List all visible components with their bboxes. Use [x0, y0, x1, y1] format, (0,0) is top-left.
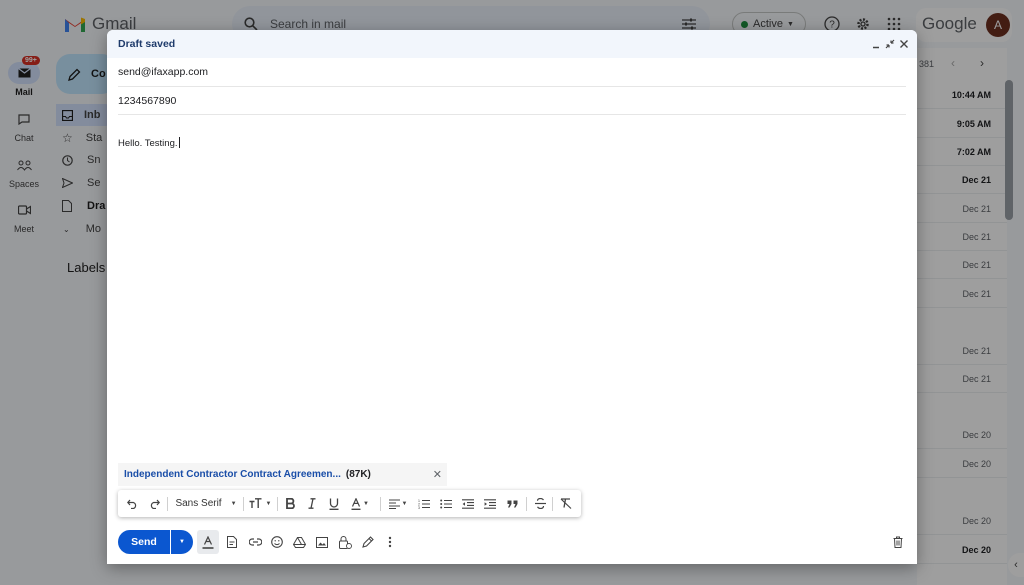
- bulleted-list-icon: [440, 499, 452, 508]
- font-family-value: Sans Serif: [175, 498, 222, 509]
- remove-attachment-icon[interactable]: ✕: [433, 468, 442, 481]
- text-format-icon: [202, 535, 214, 549]
- more-vertical-icon: [388, 536, 392, 548]
- formatting-toolbar: Sans Serif ▼ ▼ ▼ ▼ 123: [118, 490, 581, 517]
- dropdown-arrow-icon: ▼: [265, 500, 272, 507]
- attach-files-button[interactable]: [221, 530, 243, 554]
- bold-icon: [285, 498, 295, 509]
- underline-icon: [329, 498, 339, 510]
- align-left-icon: [388, 498, 400, 509]
- indent-more-button[interactable]: [480, 490, 500, 517]
- dropdown-arrow-icon: ▼: [363, 500, 369, 507]
- subject-field[interactable]: 1234567890: [118, 95, 176, 107]
- font-family-select[interactable]: Sans Serif ▼: [171, 490, 241, 517]
- compose-dialog: Draft saved send@ifaxapp.com 1234567890 …: [107, 30, 917, 564]
- compose-title: Draft saved: [118, 38, 176, 50]
- remove-formatting-icon: [560, 498, 572, 509]
- indent-less-button[interactable]: [458, 490, 478, 517]
- formatting-options-button[interactable]: [197, 530, 219, 554]
- lock-clock-icon: [338, 535, 352, 549]
- bold-button[interactable]: [280, 490, 300, 517]
- bulleted-list-button[interactable]: [436, 490, 456, 517]
- toolbar-separator: [243, 497, 244, 511]
- numbered-list-icon: 123: [418, 499, 430, 509]
- toolbar-separator: [380, 497, 381, 511]
- send-button-group: Send ▼: [118, 530, 193, 554]
- insert-emoji-button[interactable]: [266, 530, 288, 554]
- remove-formatting-button[interactable]: [556, 490, 576, 517]
- redo-button[interactable]: [144, 490, 164, 517]
- toolbar-separator: [277, 497, 278, 511]
- file-attach-icon: [227, 536, 237, 548]
- italic-button[interactable]: [302, 490, 322, 517]
- undo-button[interactable]: [122, 490, 142, 517]
- close-icon[interactable]: [897, 36, 911, 52]
- text-color-icon: [351, 497, 361, 510]
- svg-text:3: 3: [418, 506, 420, 509]
- photo-icon: [316, 536, 328, 548]
- toolbar-separator: [526, 497, 527, 511]
- insert-photo-button[interactable]: [311, 530, 333, 554]
- insert-link-button[interactable]: [244, 530, 266, 554]
- send-button[interactable]: Send: [118, 530, 170, 554]
- text-size-icon: [249, 498, 262, 508]
- attachment-chip[interactable]: Independent Contractor Contract Agreemen…: [118, 463, 447, 486]
- numbered-list-button[interactable]: 123: [414, 490, 434, 517]
- italic-icon: [308, 498, 316, 509]
- send-options-button[interactable]: ▼: [171, 530, 193, 554]
- to-field[interactable]: send@ifaxapp.com: [118, 66, 208, 78]
- discard-draft-button[interactable]: [887, 530, 909, 554]
- minimize-icon[interactable]: [869, 36, 883, 52]
- divider: [118, 114, 906, 115]
- dropdown-arrow-icon: ▼: [230, 500, 237, 507]
- attachment-name[interactable]: Independent Contractor Contract Agreemen…: [124, 469, 341, 480]
- compose-header[interactable]: Draft saved: [107, 30, 917, 58]
- redo-icon: [150, 499, 160, 509]
- text-color-button[interactable]: ▼: [346, 490, 374, 517]
- dropdown-arrow-icon: ▼: [401, 500, 408, 507]
- strikethrough-button[interactable]: [530, 490, 550, 517]
- emoji-icon: [271, 536, 283, 548]
- toolbar-separator: [167, 497, 168, 511]
- strikethrough-icon: [534, 498, 546, 509]
- quote-button[interactable]: [502, 490, 522, 517]
- drive-icon: [292, 536, 306, 548]
- align-button[interactable]: ▼: [384, 490, 412, 517]
- pen-icon: [362, 536, 374, 548]
- quote-icon: [507, 500, 517, 507]
- message-body[interactable]: Hello. Testing.: [118, 137, 180, 149]
- font-size-button[interactable]: ▼: [246, 490, 274, 517]
- insert-drive-button[interactable]: [288, 530, 310, 554]
- dropdown-arrow-icon: ▼: [179, 539, 185, 545]
- attachment-size: (87K): [345, 469, 371, 480]
- trash-icon: [893, 536, 903, 548]
- insert-signature-button[interactable]: [357, 530, 379, 554]
- more-options-button[interactable]: [379, 530, 401, 554]
- exit-full-screen-icon[interactable]: [883, 36, 897, 52]
- toolbar-separator: [552, 497, 553, 511]
- underline-button[interactable]: [324, 490, 344, 517]
- indent-less-icon: [462, 498, 474, 509]
- indent-more-icon: [484, 498, 496, 509]
- confidential-mode-button[interactable]: [334, 530, 356, 554]
- undo-icon: [126, 499, 136, 509]
- link-icon: [248, 538, 262, 546]
- divider: [118, 86, 906, 87]
